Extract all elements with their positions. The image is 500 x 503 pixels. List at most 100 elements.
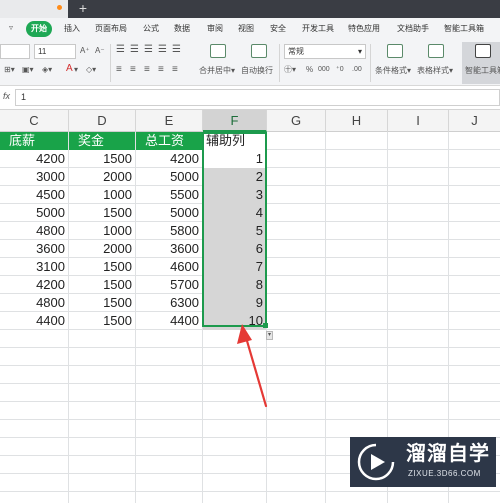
table-style-icon[interactable] bbox=[428, 44, 444, 58]
align-middle-icon[interactable]: ☰ bbox=[130, 44, 139, 56]
helper-cell[interactable]: 7 bbox=[203, 258, 266, 276]
helper-cell[interactable]: 4 bbox=[203, 204, 266, 222]
table-cell[interactable]: 2000 bbox=[69, 168, 135, 186]
helper-cell[interactable]: 5 bbox=[203, 222, 266, 240]
table-style-button[interactable]: 表格样式▾ bbox=[417, 65, 453, 77]
table-cell[interactable]: 1000 bbox=[69, 186, 135, 204]
column-header-j[interactable]: J bbox=[449, 110, 500, 132]
indent-left-icon[interactable]: ☰ bbox=[158, 44, 167, 56]
number-format-select[interactable]: 常规 ▾ bbox=[284, 44, 366, 59]
table-cell[interactable]: 1500 bbox=[69, 204, 135, 222]
table-cell[interactable]: 3100 bbox=[0, 258, 68, 276]
shrink-font-icon[interactable]: A⁻ bbox=[95, 45, 105, 57]
merge-center-icon[interactable] bbox=[210, 44, 226, 58]
justify-icon[interactable]: ≡ bbox=[158, 64, 164, 76]
table-cell[interactable]: 5700 bbox=[136, 276, 202, 294]
helper-cell[interactable]: 1 bbox=[203, 150, 266, 168]
table-cell[interactable]: 6300 bbox=[136, 294, 202, 312]
table-cell[interactable]: 1500 bbox=[69, 258, 135, 276]
table-cell[interactable]: 1500 bbox=[69, 312, 135, 330]
table-cell[interactable]: 1000 bbox=[69, 222, 135, 240]
tab-review[interactable]: 审阅 bbox=[207, 18, 223, 40]
helper-cell[interactable]: 8 bbox=[203, 276, 266, 294]
tab-security[interactable]: 安全 bbox=[270, 18, 286, 40]
fx-icon[interactable]: fx bbox=[3, 91, 10, 101]
align-center-icon[interactable]: ≡ bbox=[130, 64, 136, 76]
column-header-c[interactable]: C bbox=[0, 110, 69, 132]
table-cell[interactable]: 1500 bbox=[69, 150, 135, 168]
table-cell[interactable]: 3600 bbox=[0, 240, 68, 258]
table-cell[interactable]: 1500 bbox=[69, 276, 135, 294]
helper-cell[interactable]: 9 bbox=[203, 294, 266, 312]
merge-center-button[interactable]: 合并居中▾ bbox=[199, 65, 235, 77]
table-cell[interactable]: 3000 bbox=[0, 168, 68, 186]
helper-cell[interactable]: 3 bbox=[203, 186, 266, 204]
menu-dropdown-icon[interactable]: ▿ bbox=[6, 22, 16, 34]
table-cell[interactable]: 4500 bbox=[0, 186, 68, 204]
wrap-text-button[interactable]: 自动换行 bbox=[241, 65, 273, 77]
tab-doc-assistant[interactable]: 文档助手 bbox=[397, 18, 429, 40]
distributed-icon[interactable]: ≡ bbox=[172, 64, 178, 76]
tab-developer[interactable]: 开发工具 bbox=[302, 18, 334, 40]
table-cell[interactable]: 5000 bbox=[136, 168, 202, 186]
font-color-dropdown-icon[interactable]: ▾ bbox=[74, 64, 78, 76]
table-cell[interactable]: 4600 bbox=[136, 258, 202, 276]
tab-formulas[interactable]: 公式 bbox=[143, 18, 159, 40]
table-cell[interactable]: 2000 bbox=[69, 240, 135, 258]
decrease-decimal-icon[interactable]: .00 bbox=[352, 64, 362, 76]
font-name-select[interactable] bbox=[0, 44, 30, 59]
column-header-h[interactable]: H bbox=[326, 110, 388, 132]
table-cell[interactable]: 1500 bbox=[69, 294, 135, 312]
column-header-f[interactable]: F bbox=[203, 110, 267, 132]
align-top-icon[interactable]: ☰ bbox=[116, 44, 125, 56]
table-cell[interactable]: 5800 bbox=[136, 222, 202, 240]
column-header-d[interactable]: D bbox=[69, 110, 136, 132]
fill-effect-icon[interactable]: ▣▾ bbox=[22, 64, 34, 76]
table-cell[interactable]: 4400 bbox=[0, 312, 68, 330]
currency-icon[interactable]: ㊉▾ bbox=[284, 64, 296, 76]
tab-data[interactable]: 数据 bbox=[174, 18, 190, 40]
column-header-g[interactable]: G bbox=[267, 110, 326, 132]
font-color-icon[interactable]: A bbox=[66, 63, 73, 75]
table-cell[interactable]: 5500 bbox=[136, 186, 202, 204]
document-tab[interactable] bbox=[0, 0, 68, 18]
table-cell[interactable]: 4200 bbox=[136, 150, 202, 168]
tab-page-layout[interactable]: 页面布局 bbox=[95, 18, 127, 40]
header-cell-bonus[interactable]: 奖金 bbox=[69, 132, 135, 150]
percent-button[interactable]: % bbox=[306, 64, 313, 76]
indent-right-icon[interactable]: ☰ bbox=[172, 44, 181, 56]
column-header-e[interactable]: E bbox=[136, 110, 203, 132]
tab-home[interactable]: 开始 bbox=[26, 21, 52, 37]
tab-features[interactable]: 特色应用 bbox=[348, 18, 380, 40]
borders-icon[interactable]: ⊞▾ bbox=[4, 64, 15, 76]
formula-input[interactable]: 1 bbox=[15, 89, 500, 106]
table-cell[interactable]: 3600 bbox=[136, 240, 202, 258]
header-cell-helper-column[interactable]: 辅助列 bbox=[203, 132, 266, 150]
grow-font-icon[interactable]: A⁺ bbox=[80, 45, 90, 57]
align-right-icon[interactable]: ≡ bbox=[144, 64, 150, 76]
smart-toolbox-panel[interactable]: 智能工具箱 bbox=[462, 42, 500, 84]
header-cell-base-salary[interactable]: 底薪 bbox=[0, 132, 68, 150]
wrap-text-icon[interactable] bbox=[251, 44, 267, 58]
new-tab-plus-icon[interactable]: + bbox=[75, 0, 91, 18]
table-cell[interactable]: 4400 bbox=[136, 312, 202, 330]
helper-cell[interactable]: 6 bbox=[203, 240, 266, 258]
font-size-select[interactable]: 11 bbox=[34, 44, 76, 59]
increase-decimal-icon[interactable]: ⁺0 bbox=[336, 64, 344, 76]
table-cell[interactable]: 5000 bbox=[0, 204, 68, 222]
table-cell[interactable]: 5000 bbox=[136, 204, 202, 222]
table-cell[interactable]: 4200 bbox=[0, 150, 68, 168]
table-cell[interactable]: 4800 bbox=[0, 222, 68, 240]
thousands-separator-button[interactable]: 000 bbox=[318, 64, 330, 76]
header-cell-total-salary[interactable]: 总工资 bbox=[136, 132, 202, 150]
conditional-format-button[interactable]: 条件格式▾ bbox=[375, 65, 411, 77]
tab-view[interactable]: 视图 bbox=[238, 18, 254, 40]
align-left-icon[interactable]: ≡ bbox=[116, 64, 122, 76]
column-header-i[interactable]: I bbox=[388, 110, 449, 132]
helper-cell[interactable]: 2 bbox=[203, 168, 266, 186]
table-cell[interactable]: 4800 bbox=[0, 294, 68, 312]
tab-smart-toolbox[interactable]: 智能工具箱 bbox=[444, 18, 484, 40]
fill-color-icon[interactable]: ◈▾ bbox=[42, 64, 52, 76]
table-cell[interactable]: 4200 bbox=[0, 276, 68, 294]
tab-insert[interactable]: 插入 bbox=[64, 18, 80, 40]
